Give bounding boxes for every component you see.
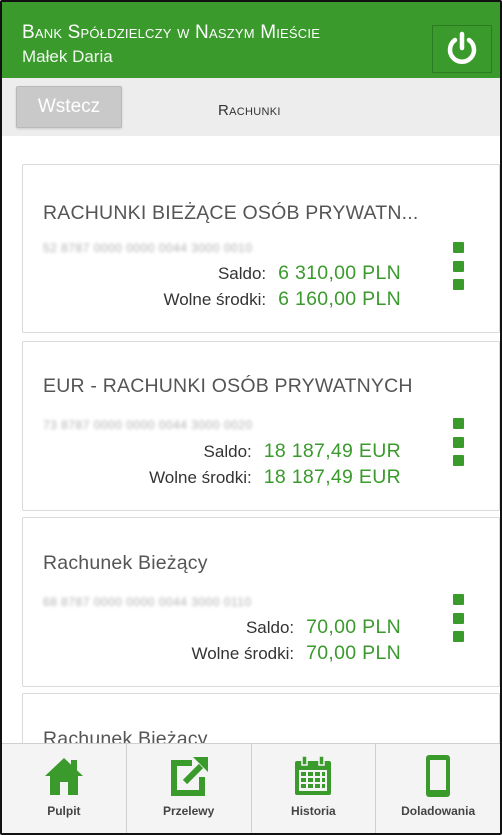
toolbar-item-doladowania[interactable]: Doladowania — [376, 744, 500, 833]
toolbar-label: Doladowania — [401, 804, 476, 818]
bank-name: Bank Spółdzielczy w Naszym Mieście — [22, 22, 321, 43]
toolbar-label: Przelewy — [162, 804, 215, 818]
saldo-row: Saldo: 18 187,49 EUR — [204, 440, 401, 463]
saldo-label: Saldo: — [203, 442, 252, 461]
available-funds-label: Wolne środki: — [163, 290, 267, 309]
home-icon — [43, 754, 85, 798]
available-funds-label: Wolne środki: — [191, 644, 295, 663]
toolbar-label: Pulpit — [47, 804, 81, 818]
account-card[interactable]: RACHUNKI BIEŻĄCE OSÓB PRYWATN... 52 8787… — [22, 164, 500, 333]
nav-bar: Wstecz Rachunki — [2, 78, 500, 136]
available-funds-value: 18 187,49 EUR — [263, 466, 401, 488]
accounts-list: RACHUNKI BIEŻĄCE OSÓB PRYWATN... 52 8787… — [2, 136, 500, 747]
available-funds-value: 70,00 PLN — [306, 642, 401, 664]
saldo-value: 18 187,49 EUR — [263, 440, 401, 462]
account-card[interactable]: Rachunek Bieżący 68 8787 0000 0000 0044 … — [22, 517, 500, 687]
available-funds-row: Wolne środki: 18 187,49 EUR — [149, 466, 401, 489]
available-funds-row: Wolne środki: 6 160,00 PLN — [163, 288, 401, 311]
saldo-value: 70,00 PLN — [306, 616, 401, 638]
power-icon — [447, 31, 477, 64]
available-funds-value: 6 160,00 PLN — [278, 288, 401, 310]
bottom-toolbar: Pulpit Przelewy Historia Doladowania — [2, 743, 500, 833]
logout-button[interactable] — [432, 25, 492, 73]
more-options-icon[interactable] — [453, 418, 467, 466]
account-number: 52 8787 0000 0000 0044 3000 0010 — [43, 241, 253, 255]
app-header: Bank Spółdzielczy w Naszym Mieście Małek… — [2, 2, 500, 78]
calendar-icon — [292, 754, 334, 798]
page-title: Rachunki — [218, 102, 281, 119]
more-options-icon[interactable] — [453, 242, 467, 290]
account-name: RACHUNKI BIEŻĄCE OSÓB PRYWATN... — [43, 202, 419, 224]
account-card[interactable]: EUR - RACHUNKI OSÓB PRYWATNYCH 73 8787 0… — [22, 341, 500, 511]
saldo-value: 6 310,00 PLN — [278, 262, 401, 284]
toolbar-label: Historia — [291, 804, 336, 818]
toolbar-item-przelewy[interactable]: Przelewy — [126, 744, 252, 833]
phone-icon — [417, 754, 459, 798]
toolbar-item-pulpit[interactable]: Pulpit — [2, 744, 127, 833]
app-frame: Bank Spółdzielczy w Naszym Mieście Małek… — [0, 0, 502, 835]
user-name: Małek Daria — [22, 47, 113, 66]
account-card[interactable]: Rachunek Bieżący — [22, 693, 500, 747]
saldo-label: Saldo: — [217, 264, 267, 283]
available-funds-row: Wolne środki: 70,00 PLN — [191, 642, 401, 665]
external-link-icon — [168, 754, 210, 798]
account-number: 68 8787 0000 0000 0044 3000 0110 — [43, 595, 252, 609]
account-name: EUR - RACHUNKI OSÓB PRYWATNYCH — [43, 375, 413, 397]
toolbar-item-historia[interactable]: Historia — [251, 744, 377, 833]
available-funds-label: Wolne środki: — [149, 468, 252, 487]
account-name: Rachunek Bieżący — [43, 552, 208, 574]
saldo-row: Saldo: 70,00 PLN — [246, 616, 401, 639]
more-options-icon[interactable] — [453, 594, 467, 642]
account-number: 73 8787 0000 0000 0044 3000 0020 — [43, 418, 253, 432]
back-button[interactable]: Wstecz — [16, 86, 122, 128]
saldo-label: Saldo: — [245, 618, 295, 637]
saldo-row: Saldo: 6 310,00 PLN — [218, 262, 401, 285]
